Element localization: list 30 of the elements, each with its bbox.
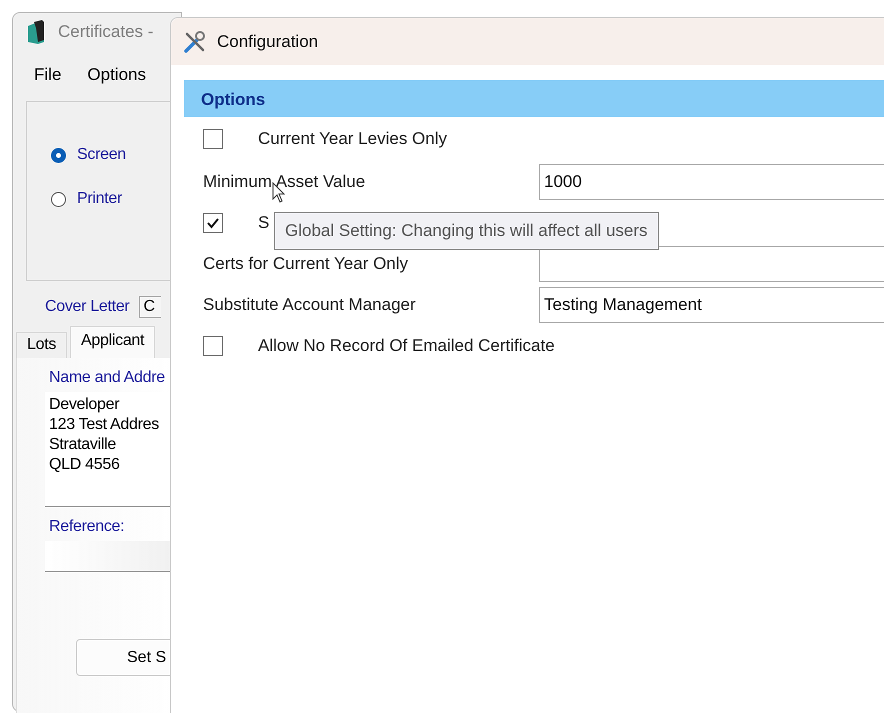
input-field[interactable] <box>539 246 884 282</box>
tools-icon <box>183 30 207 54</box>
radio-button[interactable] <box>51 192 66 206</box>
checkbox-label: Allow No Record Of Emailed Certificate <box>258 336 555 356</box>
field-label: Reference: <box>49 517 124 537</box>
checkbox[interactable] <box>203 212 223 232</box>
menu-item[interactable]: Options <box>87 65 146 93</box>
field-label: Minimum Asset Value <box>203 172 366 192</box>
field-label: Cover Letter <box>45 298 130 316</box>
checkbox-label: Current Year Levies Only <box>258 129 447 149</box>
checkbox-label: S <box>258 212 270 232</box>
menu-item[interactable]: File <box>34 65 62 93</box>
tooltip: Global Setting: Changing this will affect all users <box>274 212 659 250</box>
radio-label: Printer <box>77 190 122 208</box>
checkbox[interactable] <box>203 336 223 356</box>
radio-label: Screen <box>77 146 126 164</box>
section-header: Options <box>184 80 884 117</box>
field-label: Substitute Account Manager <box>203 294 417 314</box>
tab[interactable]: Applicant <box>70 326 156 358</box>
database-icon <box>26 20 46 44</box>
input-field[interactable]: Testing Management <box>539 286 884 322</box>
window-title: Configuration <box>217 32 318 52</box>
window-title: Certificates - <box>58 22 154 42</box>
input-field[interactable]: 1000 <box>539 164 884 200</box>
dropdown-field[interactable]: C <box>139 296 162 318</box>
tab[interactable]: Lots <box>16 332 68 358</box>
radio-button[interactable] <box>51 148 66 162</box>
field-label: Name and Addre <box>49 368 165 388</box>
checkbox[interactable] <box>203 129 223 149</box>
field-label: Certs for Current Year Only <box>203 254 410 274</box>
